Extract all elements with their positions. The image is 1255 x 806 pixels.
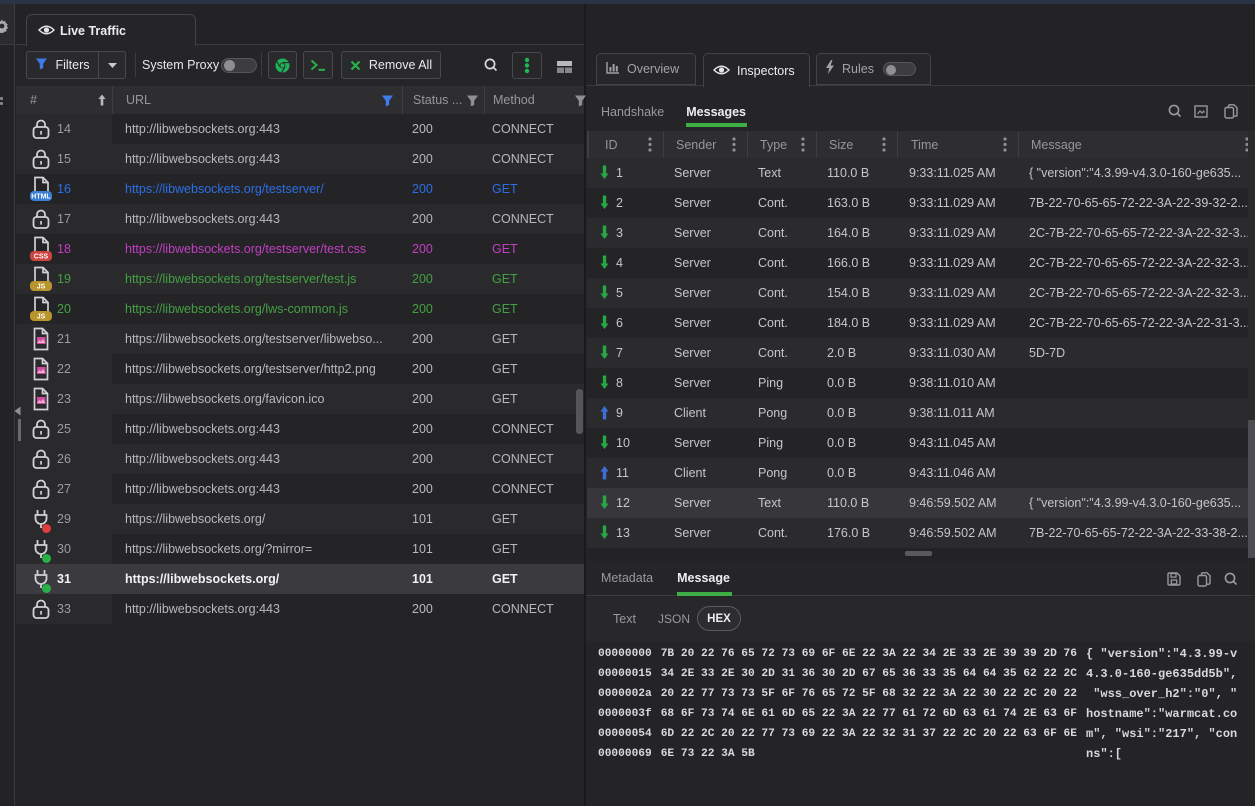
svg-text:JS: JS — [37, 314, 46, 321]
svg-text:HTML: HTML — [31, 194, 51, 201]
svg-text:CSS: CSS — [34, 254, 49, 261]
svg-text:JS: JS — [37, 284, 46, 291]
